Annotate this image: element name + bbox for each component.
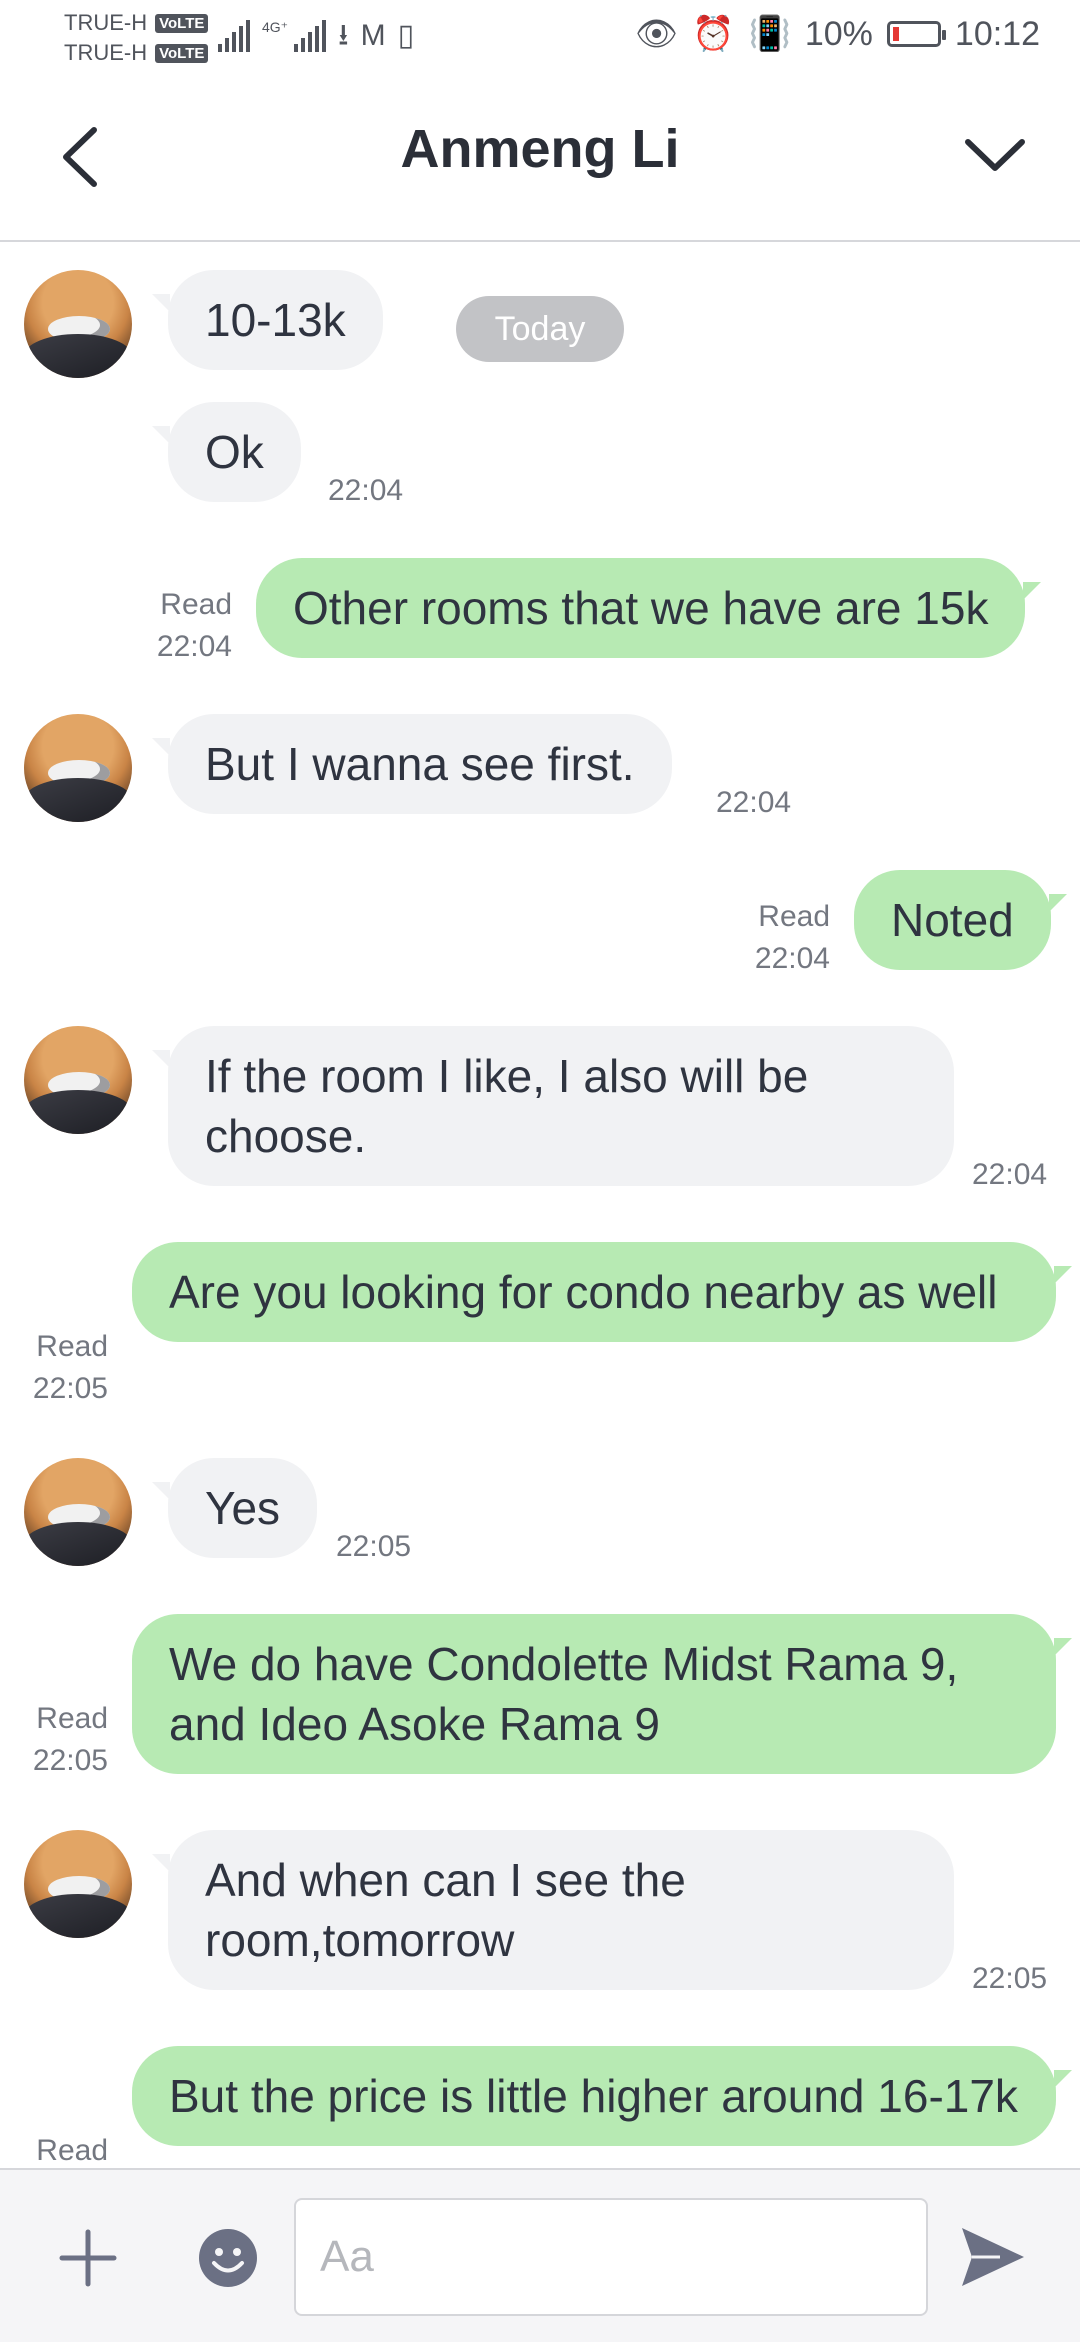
vibrate-icon: 📳	[748, 15, 791, 53]
message-time: 22:04	[754, 942, 830, 975]
network-type: 4G⁺	[262, 19, 289, 35]
message-time: 22:05	[972, 1962, 1048, 1995]
message-time: 22:04	[716, 786, 792, 819]
phone-icon: ▯	[397, 19, 415, 52]
date-divider: Today	[456, 296, 624, 362]
gmail-icon: M	[360, 19, 386, 52]
alarm-icon: ⏰	[692, 15, 735, 53]
read-receipt: Read	[160, 588, 232, 621]
download-icon: ⭳	[338, 19, 349, 52]
clock: 10:12	[954, 14, 1040, 53]
battery-icon	[886, 21, 946, 47]
volte-badge: VoLTE	[155, 43, 209, 63]
avatar[interactable]	[24, 1026, 132, 1134]
battery-percent: 10%	[804, 14, 873, 53]
chat-header: Anmeng Li	[0, 80, 1080, 242]
outgoing-message[interactable]: Are you looking for condo nearby as well	[132, 1242, 1072, 1342]
outgoing-message[interactable]: We do have Condolette Midst Rama 9, and …	[132, 1614, 1072, 1774]
emoji-icon[interactable]	[198, 2228, 258, 2288]
message-input[interactable]	[294, 2198, 928, 2316]
status-bar: TRUE-H VoLTE TRUE-H VoLTE 4G⁺ ⭳ M ▯ 👁 ⏰ 📳 …	[0, 0, 1080, 78]
send-icon[interactable]	[960, 2226, 1026, 2288]
plus-icon[interactable]	[58, 2228, 118, 2288]
signal-icon	[218, 20, 250, 52]
message-time: 22:04	[156, 630, 232, 663]
message-list[interactable]: 10-13k Today Ok 22:04 Read 22:04 Other r…	[0, 242, 1080, 2167]
chevron-down-icon[interactable]	[960, 124, 1030, 184]
carrier-info: TRUE-H VoLTE TRUE-H VoLTE	[64, 8, 209, 68]
incoming-message[interactable]: And when can I see the room,tomorrow	[152, 1830, 954, 1990]
message-time: 22:04	[972, 1158, 1048, 1191]
read-receipt: Read	[36, 2134, 108, 2167]
message-time: 22:05	[32, 1744, 108, 1777]
incoming-message[interactable]: Ok	[152, 402, 301, 502]
outgoing-message[interactable]: Noted	[854, 870, 1067, 970]
avatar[interactable]	[24, 1458, 132, 1566]
incoming-message[interactable]: 10-13k	[152, 270, 383, 370]
message-time: 22:05	[336, 1530, 412, 1563]
volte-badge: VoLTE	[155, 13, 209, 33]
avatar[interactable]	[24, 270, 132, 378]
message-time: 22:04	[328, 474, 404, 507]
eye-icon: 👁	[634, 15, 679, 53]
incoming-message[interactable]: Yes	[151, 1458, 318, 1558]
outgoing-message[interactable]: Other rooms that we have are 15k	[256, 558, 1042, 658]
read-receipt: Read	[36, 1702, 108, 1735]
message-input-bar	[0, 2168, 1080, 2342]
avatar[interactable]	[24, 1830, 132, 1938]
page-title: Anmeng Li	[400, 119, 680, 179]
read-receipt: Read	[758, 900, 830, 933]
avatar[interactable]	[24, 714, 132, 822]
read-receipt: Read	[36, 1330, 108, 1363]
incoming-message[interactable]: But I wanna see first.	[152, 714, 672, 814]
signal-icon	[294, 20, 327, 52]
carrier-1: TRUE-H	[64, 10, 148, 35]
message-time: 22:05	[32, 1372, 108, 1405]
carrier-2: TRUE-H	[64, 40, 148, 65]
outgoing-message[interactable]: But the price is little higher around 16…	[132, 2046, 1072, 2146]
incoming-message[interactable]: If the room I like, I also will be choos…	[152, 1026, 954, 1186]
